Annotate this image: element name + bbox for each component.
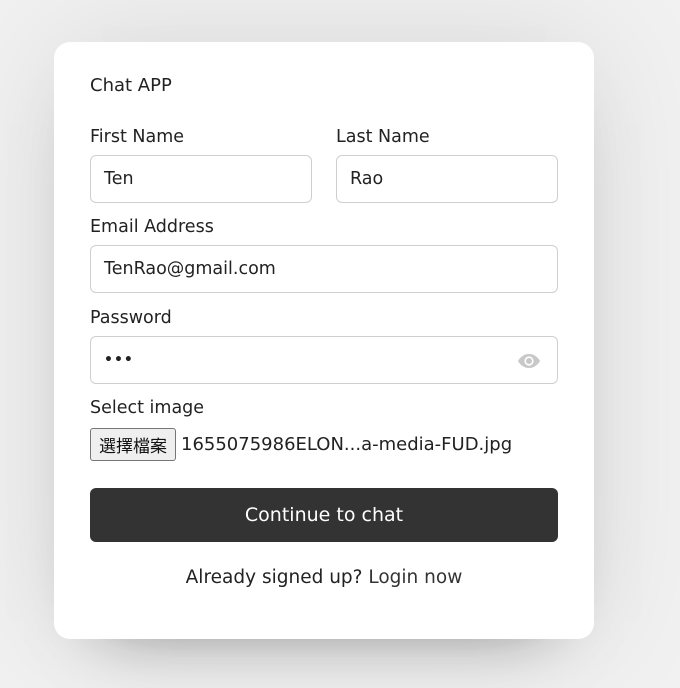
continue-to-chat-button[interactable]: Continue to chat xyxy=(90,488,558,542)
last-name-input[interactable]: Rao xyxy=(336,155,558,203)
password-masked-value: ••• xyxy=(104,352,134,368)
select-image-label: Select image xyxy=(90,398,205,418)
app-title: Chat APP xyxy=(90,75,172,96)
first-name-value: Ten xyxy=(104,169,134,189)
email-value: TenRao@gmail.com xyxy=(104,259,276,279)
login-prompt: Already signed up? Login now xyxy=(54,567,594,588)
email-input[interactable]: TenRao@gmail.com xyxy=(90,245,558,293)
last-name-value: Rao xyxy=(350,169,384,189)
password-input[interactable]: ••• xyxy=(90,336,558,384)
email-label: Email Address xyxy=(90,217,214,237)
signup-card: Chat APP First Name Ten Last Name Rao Em… xyxy=(54,42,594,639)
choose-file-button[interactable]: 選擇檔案 xyxy=(90,427,176,461)
selected-file-name: 1655075986ELON...a-media-FUD.jpg xyxy=(181,433,513,455)
login-now-link[interactable]: Login now xyxy=(368,567,462,588)
eye-icon[interactable] xyxy=(517,351,541,371)
first-name-input[interactable]: Ten xyxy=(90,155,312,203)
first-name-label: First Name xyxy=(90,127,185,147)
file-input: 選擇檔案 1655075986ELON...a-media-FUD.jpg xyxy=(90,427,512,461)
password-label: Password xyxy=(90,308,172,328)
login-prompt-text: Already signed up? xyxy=(185,567,363,588)
last-name-label: Last Name xyxy=(336,127,430,147)
